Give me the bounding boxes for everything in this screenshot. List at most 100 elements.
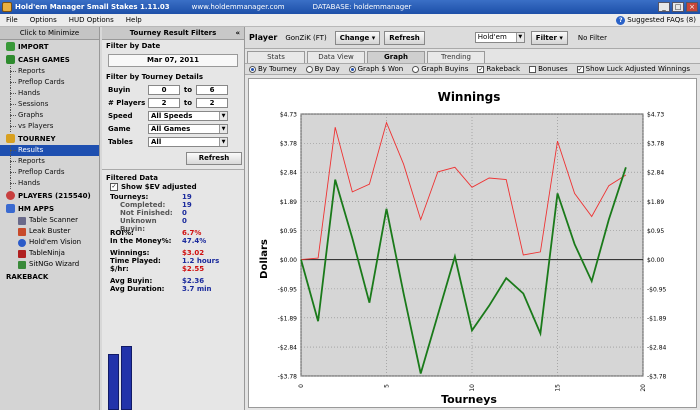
tab-data-view[interactable]: Data View: [307, 51, 365, 63]
y-tick-label-right: -$0.95: [647, 286, 667, 293]
y-tick-label-right: -$1.89: [647, 315, 667, 322]
stat-label: Not Finished:: [120, 209, 173, 217]
buyin-to-input[interactable]: 6: [196, 84, 228, 95]
game-type-select[interactable]: Hold'em ▼: [474, 32, 525, 43]
sidebar-players-label: PLAYERS (215540): [18, 191, 91, 200]
chart-title: Winnings: [438, 90, 501, 104]
sidebar-item-tourney-preflop-cards[interactable]: Preflop Cards: [0, 167, 99, 178]
menu-file[interactable]: File: [6, 16, 18, 24]
bonuses-checkbox[interactable]: Bonuses: [529, 65, 568, 73]
apps-icon: [6, 204, 15, 213]
leak-buster-label: Leak Buster: [29, 227, 71, 235]
sidebar-item-tourney-reports[interactable]: Reports: [0, 156, 99, 167]
sidebar-cash-games[interactable]: CASH GAMES: [0, 53, 99, 66]
tourney-filters-panel: Tourney Result Filters « Filter by Date …: [102, 27, 245, 410]
checkbox-checked-icon: ✓: [477, 65, 485, 73]
collapse-chevron-icon[interactable]: «: [235, 27, 240, 39]
y-tick-label-left: -$3.78: [278, 374, 298, 381]
radio-selected-icon: [348, 65, 356, 73]
buyin-row: Buyin 0 to 6: [102, 83, 244, 96]
menu-hud-options[interactable]: HUD Options: [69, 16, 114, 24]
tables-label: Tables: [108, 137, 133, 146]
tab-stats[interactable]: Stats: [247, 51, 305, 63]
change-player-button[interactable]: Change ▾: [334, 30, 381, 45]
players-to-input[interactable]: 2: [196, 97, 228, 108]
sidebar-item-sessions[interactable]: Sessions: [0, 99, 99, 110]
stat-value: 0: [182, 209, 187, 217]
minimize-button[interactable]: _: [658, 2, 670, 12]
stat-label: Winnings:: [110, 249, 150, 257]
sidebar-item-tourney-hands[interactable]: Hands: [0, 178, 99, 189]
stat-value: 19: [182, 201, 192, 209]
minimize-sidebar-button[interactable]: Click to Minimize: [0, 27, 99, 40]
players-from-input[interactable]: 2: [148, 97, 180, 108]
view-tabs: Stats Data View Graph Trending: [245, 51, 700, 63]
show-ev-adjusted-checkbox[interactable]: ✓ Show $EV adjusted: [102, 181, 244, 193]
refresh-button[interactable]: Refresh: [384, 30, 425, 45]
tab-graph[interactable]: Graph: [367, 51, 425, 63]
close-button[interactable]: ×: [686, 2, 698, 12]
stat-not-finished: Not Finished: 0: [102, 209, 244, 217]
sidebar-hm-apps[interactable]: HM APPS: [0, 202, 99, 215]
leak-buster-icon: [18, 227, 26, 236]
by-day-label: By Day: [314, 65, 340, 73]
sidebar-item-sitngo-wizard[interactable]: SitNGo Wizard: [0, 259, 99, 270]
sidebar-item-leak-buster[interactable]: Leak Buster: [0, 226, 99, 237]
maximize-button[interactable]: □: [672, 2, 684, 12]
game-select[interactable]: All Games ▼: [148, 123, 228, 134]
tables-row: Tables All ▼: [102, 135, 244, 148]
y-tick-label-right: $0.00: [647, 257, 664, 264]
tables-select[interactable]: All ▼: [148, 136, 228, 147]
y-tick-label-left: -$1.89: [278, 315, 298, 322]
sidebar-item-cash-reports[interactable]: Reports: [0, 66, 99, 77]
graph-won-radio[interactable]: Graph $ Won: [348, 65, 403, 73]
summary-bar: [121, 346, 132, 410]
x-tick-label: 15: [555, 384, 562, 392]
filter-button[interactable]: Filter ▾: [530, 30, 568, 45]
sidebar-import[interactable]: IMPORT: [0, 40, 99, 53]
sidebar-item-results[interactable]: Results: [0, 145, 99, 156]
tab-trending[interactable]: Trending: [427, 51, 485, 63]
menu-options[interactable]: Options: [30, 16, 57, 24]
filters-title-label: Tourney Result Filters: [129, 29, 217, 37]
speed-select[interactable]: All Speeds ▼: [148, 110, 228, 121]
player-toolbar: Player GonZiK (FT) Change ▾ Refresh Hold…: [245, 27, 700, 49]
by-day-radio[interactable]: By Day: [305, 65, 340, 73]
x-tick-label: 20: [640, 384, 647, 392]
sidebar-item-tableninja[interactable]: TableNinja: [0, 248, 99, 259]
show-luck-adjusted-checkbox[interactable]: ✓ Show Luck Adjusted Winnings: [576, 65, 690, 73]
date-filter-field[interactable]: Mar 07, 2011: [108, 54, 238, 67]
speed-value: All Speeds: [151, 111, 193, 120]
sidebar-item-graphs[interactable]: Graphs: [0, 110, 99, 121]
sidebar-rakeback[interactable]: RAKEBACK: [0, 270, 99, 283]
stat-label: Avg Buyin:: [110, 277, 153, 285]
buyin-from-input[interactable]: 0: [148, 84, 180, 95]
rakeback-checkbox[interactable]: ✓ Rakeback: [477, 65, 520, 73]
summary-bar-graphic: [106, 340, 146, 410]
menu-help[interactable]: Help: [126, 16, 142, 24]
stat-value: 6.7%: [182, 229, 202, 237]
site-url[interactable]: www.holdemmanager.com: [192, 3, 285, 11]
window-title: Hold'em Manager Small Stakes 1.11.03: [15, 3, 170, 11]
sidebar-item-cash-hands[interactable]: Hands: [0, 88, 99, 99]
sidebar-players[interactable]: PLAYERS (215540): [0, 189, 99, 202]
filter-refresh-button[interactable]: Refresh: [186, 152, 242, 165]
sidebar-tourney[interactable]: TOURNEY: [0, 132, 99, 145]
sidebar-tourney-label: TOURNEY: [18, 134, 56, 143]
sidebar-item-holdem-vision[interactable]: Hold'em Vision: [0, 237, 99, 248]
sidebar-item-table-scanner[interactable]: Table Scanner: [0, 215, 99, 226]
show-ev-label: Show $EV adjusted: [121, 183, 197, 191]
trophy-icon: [6, 134, 15, 143]
suggested-faqs-link[interactable]: ? Suggested FAQs (8): [616, 15, 696, 25]
sidebar-item-cash-preflop-cards[interactable]: Preflop Cards: [0, 77, 99, 88]
speed-label: Speed: [108, 111, 133, 120]
by-tourney-radio[interactable]: By Tourney: [249, 65, 297, 73]
stat-label: ROI%:: [110, 229, 134, 237]
stat-value: 1.2 hours: [182, 257, 220, 265]
graph-buyins-radio[interactable]: Graph Buyins: [412, 65, 468, 73]
cash-games-icon: [6, 55, 15, 64]
stat-label: Completed:: [120, 201, 166, 209]
players-count-label: # Players: [108, 98, 146, 107]
sidebar-item-vs-players[interactable]: vs Players: [0, 121, 99, 132]
radio-icon: [412, 65, 420, 73]
